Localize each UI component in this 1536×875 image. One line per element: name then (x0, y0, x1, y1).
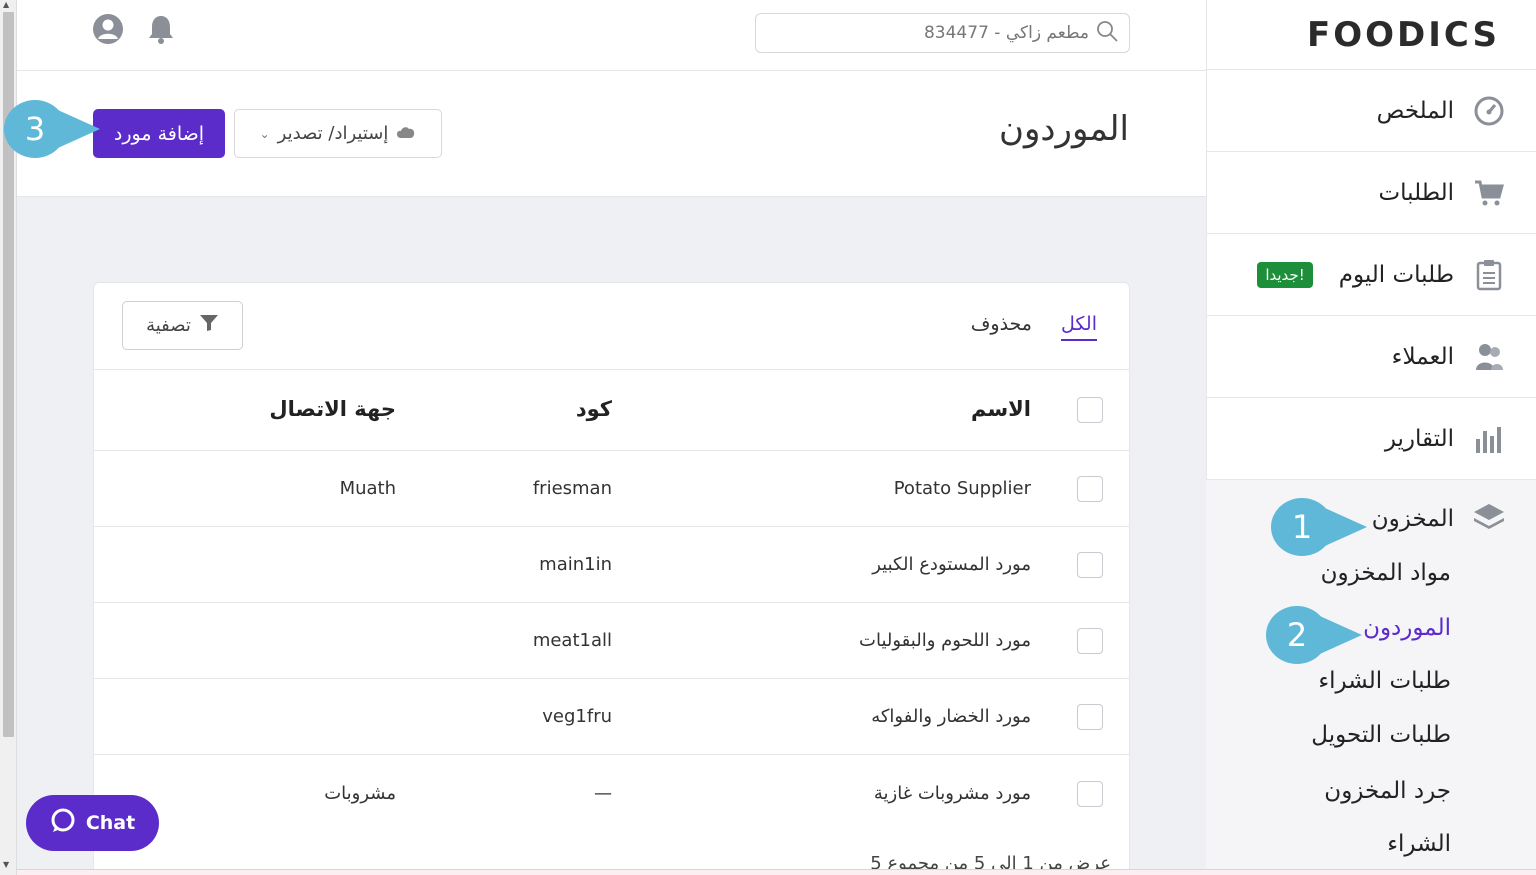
supplier-name: مورد الخضار والفواكه (871, 706, 1031, 727)
cloud-icon (396, 123, 416, 144)
supplier-contact: Muath (339, 478, 396, 499)
sidebar-item-label: المخزون (1371, 506, 1454, 532)
callout-number: 2 (1286, 616, 1308, 654)
row-checkbox[interactable] (1077, 704, 1103, 730)
sidebar-item-label: طلبات اليوم (1338, 261, 1454, 288)
page-title: الموردون (999, 109, 1129, 149)
table-row[interactable]: مورد المستودع الكبير main1in (94, 527, 1129, 603)
user-icon[interactable] (91, 12, 125, 46)
table-row[interactable]: مورد اللحوم والبقوليات meat1all (94, 603, 1129, 679)
sidebar-item-label: العملاء (1391, 343, 1454, 370)
bottom-edge (17, 869, 1536, 875)
sidebar-subitem-suppliers[interactable]: الموردون (1363, 615, 1451, 641)
layers-icon (1472, 502, 1506, 536)
supplier-name: مورد اللحوم والبقوليات (859, 630, 1031, 651)
sidebar-item-label: الملخص (1376, 97, 1454, 124)
chat-bubble-icon (50, 808, 76, 839)
supplier-name: مورد المستودع الكبير (872, 554, 1031, 575)
clipboard-icon (1472, 258, 1506, 292)
column-header-code[interactable]: كود (576, 397, 612, 421)
sidebar-item-label: الطلبات (1378, 179, 1454, 206)
row-checkbox[interactable] (1077, 552, 1103, 578)
table-row[interactable]: مورد الخضار والفواكه veg1fru (94, 679, 1129, 755)
filter-button[interactable]: تصفية (122, 301, 243, 350)
sidebar-item-today-orders[interactable]: جديدا! طلبات اليوم (1207, 234, 1536, 316)
customers-icon (1472, 340, 1506, 374)
sidebar-item-customers[interactable]: العملاء (1207, 316, 1536, 398)
step-callout-1: 1 (1271, 498, 1367, 556)
sidebar-item-dashboard[interactable]: الملخص (1207, 70, 1536, 152)
inventory-section: المخزون مواد المخزون الموردون طلبات الشر… (1206, 480, 1536, 875)
logo-text: FOODICS (1307, 14, 1500, 55)
sidebar-subitem-purchase-orders[interactable]: طلبات الشراء (1318, 668, 1451, 694)
table-row[interactable]: مورد مشروبات غازية — مشروبات (94, 755, 1129, 831)
filter-label: تصفية (146, 315, 191, 336)
tab-all[interactable]: الكل (1061, 313, 1097, 341)
row-checkbox[interactable] (1077, 476, 1103, 502)
branch-search-input[interactable]: مطعم زاكي - 834477 (755, 13, 1130, 53)
add-supplier-button[interactable]: إضافة مورد (93, 109, 225, 158)
step-callout-2: 2 (1266, 606, 1362, 664)
chevron-down-icon: ⌄ (259, 126, 270, 141)
tab-deleted[interactable]: محذوف (971, 313, 1032, 339)
app-window: { "brand": { "logo_text": "FOODICS" }, "… (0, 0, 1536, 875)
table-row[interactable]: Potato Supplier friesman Muath (94, 451, 1129, 527)
supplier-code: veg1fru (542, 706, 612, 727)
supplier-contact: مشروبات (324, 783, 396, 804)
sidebar-subitem-purchasing[interactable]: الشراء (1387, 831, 1451, 857)
callout-number: 3 (24, 110, 46, 148)
supplier-code: — (594, 783, 612, 804)
table-header-row: الاسم كود جهة الاتصال (94, 370, 1129, 451)
dashboard-icon (1472, 94, 1506, 128)
new-badge: جديدا! (1257, 261, 1313, 288)
select-all-checkbox[interactable] (1077, 397, 1103, 423)
column-header-contact[interactable]: جهة الاتصال (269, 397, 396, 421)
import-export-label: إستيراد/ تصدير (277, 123, 389, 144)
search-icon (1095, 19, 1119, 47)
top-bar: مطعم زاكي - 834477 (17, 0, 1206, 71)
sidebar-subitem-inventory-items[interactable]: مواد المخزون (1321, 560, 1451, 586)
chat-label: Chat (85, 812, 136, 834)
step-callout-3: 3 (4, 100, 100, 158)
row-checkbox[interactable] (1077, 781, 1103, 807)
import-export-button[interactable]: ⌄ إستيراد/ تصدير (234, 109, 442, 158)
sidebar: FOODICS الملخص الطلبات جديدا! طلبات اليو… (1206, 0, 1536, 875)
cart-icon (1472, 176, 1506, 210)
chat-button[interactable]: Chat (26, 795, 159, 851)
bell-icon[interactable] (144, 12, 178, 46)
row-checkbox[interactable] (1077, 628, 1103, 654)
sidebar-subitem-inventory-count[interactable]: جرد المخزون (1324, 778, 1451, 804)
suppliers-card: الكل محذوف تصفية الاسم كود جهة الاتصال P… (93, 282, 1130, 875)
search-text: مطعم زاكي - 834477 (923, 23, 1089, 43)
supplier-code: main1in (539, 554, 612, 575)
scroll-up-arrow-icon[interactable]: ▲ (3, 0, 9, 9)
bar-chart-icon (1472, 422, 1506, 456)
sidebar-subitem-transfer-orders[interactable]: طلبات التحويل (1311, 722, 1451, 748)
column-header-name[interactable]: الاسم (971, 397, 1031, 421)
scroll-down-arrow-icon[interactable]: ▼ (3, 860, 9, 869)
sidebar-item-label: التقارير (1384, 425, 1454, 452)
callout-number: 1 (1291, 508, 1313, 546)
page-header: الموردون ⌄ إستيراد/ تصدير إضافة مورد (17, 71, 1206, 197)
foodics-logo[interactable]: FOODICS (1207, 0, 1536, 70)
supplier-name: Potato Supplier (893, 478, 1031, 499)
supplier-code: meat1all (532, 630, 612, 651)
filter-icon (199, 314, 219, 337)
supplier-name: مورد مشروبات غازية (873, 783, 1031, 804)
sidebar-item-reports[interactable]: التقارير (1207, 398, 1536, 480)
sidebar-item-orders[interactable]: الطلبات (1207, 152, 1536, 234)
tabs-row: الكل محذوف تصفية (94, 283, 1129, 370)
supplier-code: friesman (532, 478, 612, 499)
sidebar-item-inventory[interactable]: المخزون (1372, 502, 1506, 536)
